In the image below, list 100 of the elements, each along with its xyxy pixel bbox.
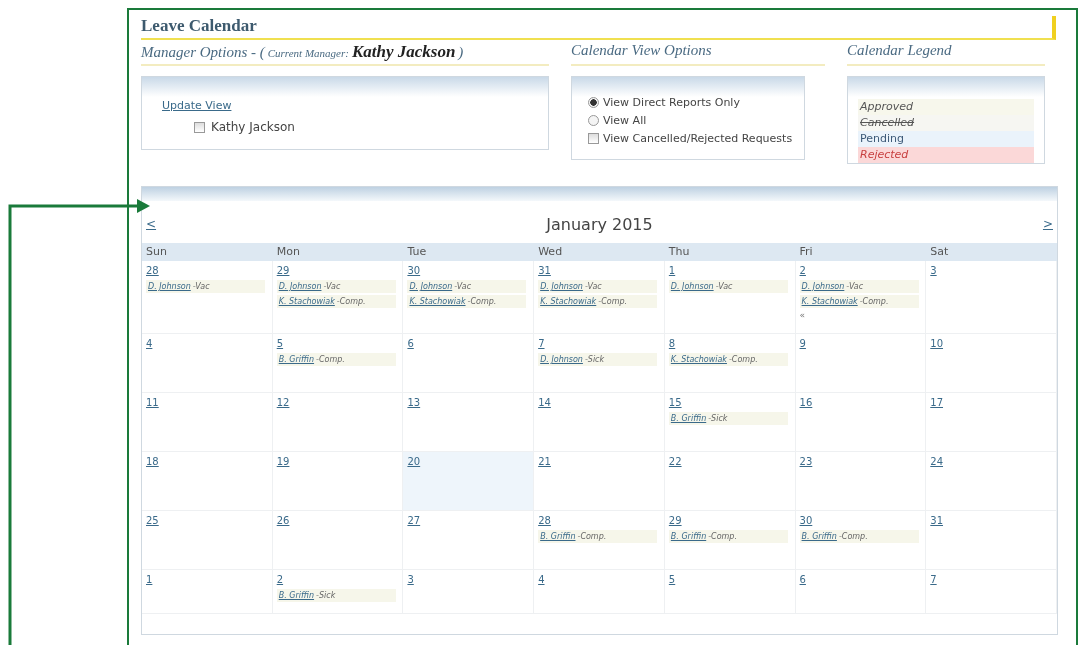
day-number-link[interactable]: 21	[538, 456, 551, 467]
page-title: Leave Calendar	[141, 16, 257, 35]
leave-type: -Comp.	[336, 297, 366, 306]
day-number-link[interactable]: 31	[538, 265, 551, 276]
day-number-link[interactable]: 7	[538, 338, 545, 349]
employee-name-link[interactable]: B. Griffin	[801, 532, 839, 541]
day-number-link[interactable]: 3	[930, 265, 937, 276]
employee-name-link[interactable]: D. Johnson	[540, 282, 585, 291]
day-number-link[interactable]: 7	[930, 574, 937, 585]
more-mark[interactable]: «	[799, 310, 806, 320]
day-number-link[interactable]: 24	[930, 456, 943, 467]
legend-item: Cancelled	[858, 115, 1034, 131]
day-number-link[interactable]: 19	[276, 456, 290, 467]
section-heading: Calendar View Options	[571, 42, 712, 59]
leave-type: -Sick	[584, 355, 605, 364]
employee-name-link[interactable]: B. Griffin	[670, 532, 709, 541]
employee-name-link[interactable]: D. Johnson	[278, 282, 324, 291]
leave-type: -Vac	[584, 282, 602, 291]
leave-type: -Comp.	[728, 355, 758, 364]
weekday-header: Sat	[926, 243, 1057, 261]
day-number-link[interactable]: 20	[407, 456, 421, 467]
day-number-link[interactable]: 26	[276, 515, 290, 526]
employee-name-link[interactable]: D. Johnson	[670, 282, 716, 291]
employee-name-link[interactable]: K. Stachowiak	[540, 297, 599, 306]
employee-name-link[interactable]: D. Johnson	[409, 282, 455, 291]
day-number-link[interactable]: 13	[407, 397, 421, 408]
day-number-link[interactable]: 22	[668, 456, 682, 467]
day-number-link[interactable]: 31	[930, 515, 943, 526]
employee-name-link[interactable]: K. Stachowiak	[801, 297, 860, 306]
day-number-link[interactable]: 28	[538, 515, 551, 526]
day-number-link[interactable]: 1	[668, 265, 676, 276]
radio-button[interactable]	[588, 114, 599, 126]
section-heading: Manager Options - (	[141, 44, 265, 61]
day-number-link[interactable]: 8	[668, 338, 676, 349]
employee-name-link[interactable]: D. Johnson	[540, 355, 585, 364]
update-view-link[interactable]: Update View	[162, 99, 232, 112]
day-number-link[interactable]: 9	[799, 338, 806, 349]
leave-type: -Comp.	[577, 532, 607, 541]
employee-name-link[interactable]: B. Griffin	[670, 414, 709, 423]
day-number-link[interactable]: 25	[146, 515, 159, 526]
day-number-link[interactable]: 2	[799, 265, 806, 276]
weekday-header: Sun	[142, 243, 273, 261]
employee-name-link[interactable]: D. Johnson	[801, 282, 847, 291]
day-number-link[interactable]: 2	[276, 574, 284, 585]
day-number-link[interactable]: 14	[538, 397, 551, 408]
leave-type: -Sick	[708, 414, 728, 423]
employee-name-link[interactable]: B. Griffin	[278, 355, 317, 364]
employee-name-link[interactable]: B. Griffin	[540, 532, 578, 541]
day-number-link[interactable]: 15	[668, 397, 682, 408]
leave-type: -Comp.	[467, 297, 497, 306]
leave-type: -Vac	[192, 282, 210, 291]
leave-type: -Comp.	[598, 297, 628, 306]
day-number-link[interactable]: 23	[799, 456, 813, 467]
leave-type: -Comp.	[838, 532, 868, 541]
day-number-link[interactable]: 5	[668, 574, 676, 585]
day-number-link[interactable]: 1	[146, 574, 153, 585]
radio-button[interactable]	[588, 96, 599, 108]
day-number-link[interactable]: 4	[146, 338, 153, 349]
day-number-link[interactable]: 11	[146, 397, 159, 408]
employee-name-link[interactable]: B. Griffin	[278, 591, 317, 600]
legend-item: Approved	[858, 99, 1034, 115]
day-number-link[interactable]: 29	[276, 265, 290, 276]
closing-paren: )	[458, 44, 464, 61]
previous-month-link[interactable]: <	[146, 217, 157, 231]
employee-name-link[interactable]: K. Stachowiak	[409, 297, 468, 306]
day-number-link[interactable]: 30	[799, 515, 813, 526]
section-heading: Calendar Legend	[847, 42, 952, 59]
option-label: View Cancelled/Rejected Requests	[603, 131, 793, 145]
day-number-link[interactable]: 17	[930, 397, 943, 408]
day-number-link[interactable]: 16	[799, 397, 813, 408]
checkbox[interactable]	[588, 132, 599, 144]
day-number-link[interactable]: 4	[538, 574, 545, 585]
weekday-header: Mon	[272, 243, 404, 261]
employee-name-link[interactable]: K. Stachowiak	[278, 297, 337, 306]
day-number-link[interactable]: 6	[407, 338, 414, 349]
employee-name-link[interactable]: D. Johnson	[148, 282, 193, 291]
checkbox[interactable]	[194, 121, 205, 133]
day-number-link[interactable]: 10	[930, 338, 943, 349]
employee-name-link[interactable]: K. Stachowiak	[670, 355, 729, 364]
employee-label: Kathy Jackson	[211, 120, 295, 134]
leave-type: -Comp.	[316, 355, 345, 364]
day-number-link[interactable]: 3	[407, 574, 414, 585]
weekday-header: Wed	[534, 243, 665, 261]
leave-type: -Vac	[846, 282, 864, 291]
day-number-link[interactable]: 18	[146, 456, 159, 467]
leave-type: -Sick	[316, 591, 336, 600]
leave-type: -Comp.	[708, 532, 737, 541]
leave-type: -Vac	[715, 282, 733, 291]
day-number-link[interactable]: 5	[276, 338, 284, 349]
next-month-link[interactable]: >	[1042, 217, 1053, 231]
day-number-link[interactable]: 28	[146, 265, 159, 276]
day-number-link[interactable]: 6	[799, 574, 806, 585]
day-number-link[interactable]: 12	[276, 397, 290, 408]
legend-item: Rejected	[858, 147, 1034, 163]
leave-type: -Comp.	[859, 297, 889, 306]
day-number-link[interactable]: 29	[668, 515, 682, 526]
weekday-header: Fri	[795, 243, 927, 261]
day-number-link[interactable]: 30	[407, 265, 421, 276]
day-number-link[interactable]: 27	[407, 515, 421, 526]
leave-type: -Vac	[323, 282, 341, 291]
